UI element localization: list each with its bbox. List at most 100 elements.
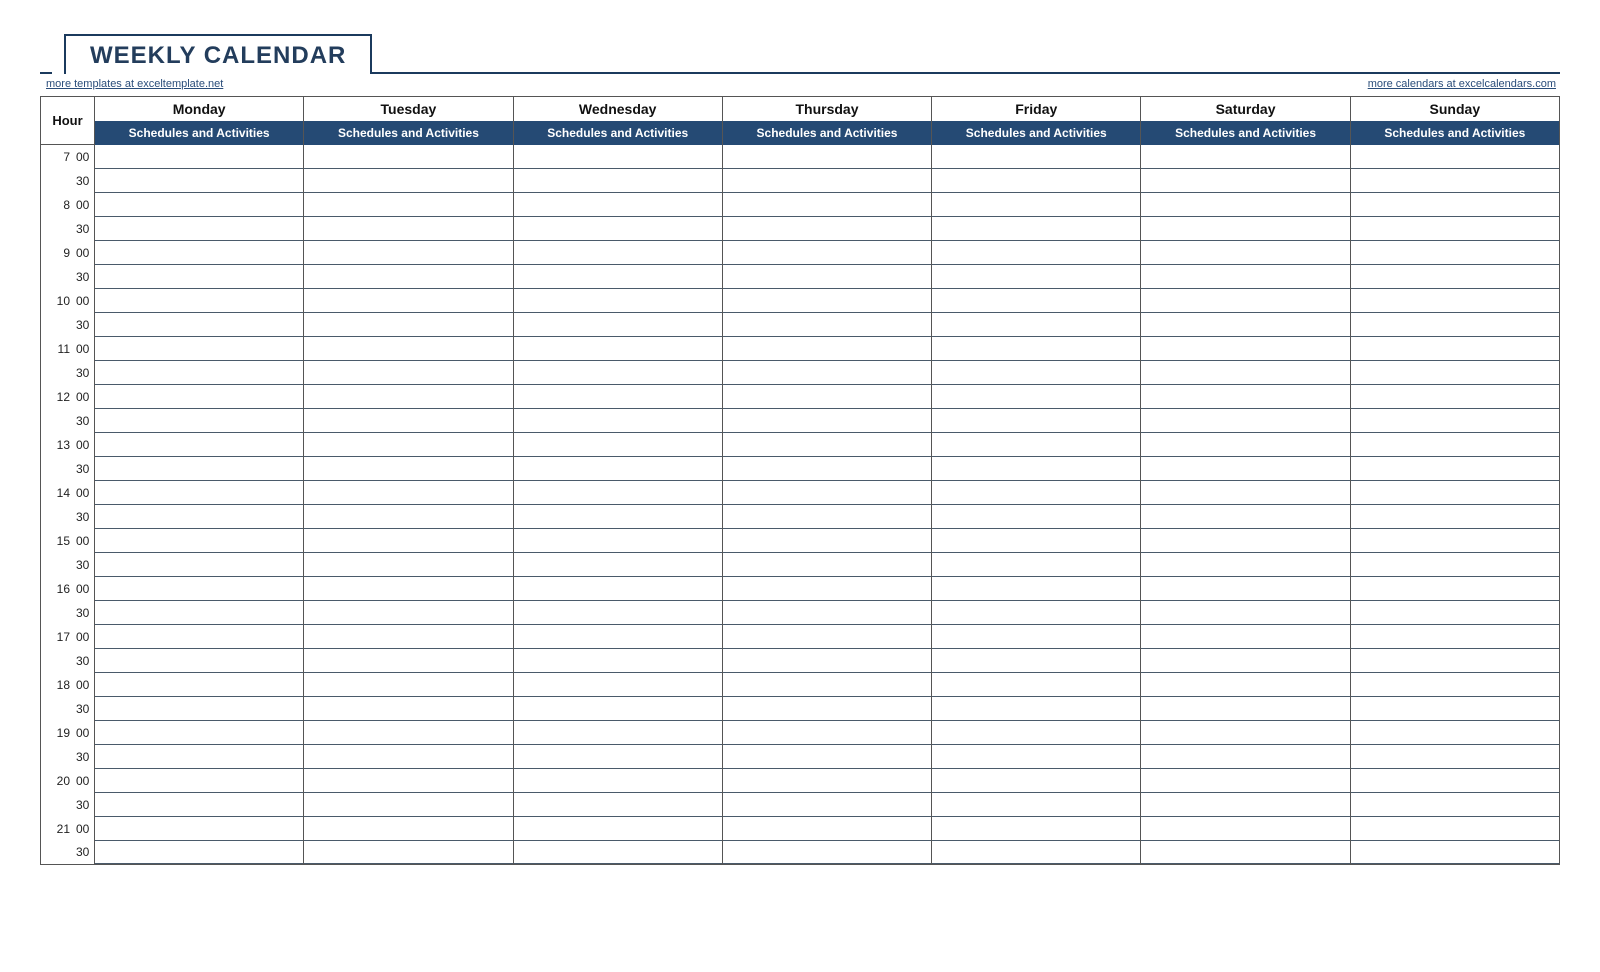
schedule-slot[interactable] xyxy=(304,361,513,385)
schedule-slot[interactable] xyxy=(95,817,304,841)
schedule-slot[interactable] xyxy=(304,337,513,361)
schedule-slot[interactable] xyxy=(304,145,513,169)
schedule-slot[interactable] xyxy=(1141,193,1350,217)
schedule-slot[interactable] xyxy=(304,193,513,217)
schedule-slot[interactable] xyxy=(513,577,722,601)
schedule-slot[interactable] xyxy=(1350,265,1559,289)
schedule-slot[interactable] xyxy=(932,745,1141,769)
schedule-slot[interactable] xyxy=(95,745,304,769)
schedule-slot[interactable] xyxy=(95,217,304,241)
schedule-slot[interactable] xyxy=(1350,529,1559,553)
schedule-slot[interactable] xyxy=(304,385,513,409)
schedule-slot[interactable] xyxy=(513,409,722,433)
schedule-slot[interactable] xyxy=(932,145,1141,169)
schedule-slot[interactable] xyxy=(95,385,304,409)
schedule-slot[interactable] xyxy=(722,769,931,793)
schedule-slot[interactable] xyxy=(932,529,1141,553)
schedule-slot[interactable] xyxy=(513,265,722,289)
schedule-slot[interactable] xyxy=(722,577,931,601)
schedule-slot[interactable] xyxy=(932,553,1141,577)
schedule-slot[interactable] xyxy=(304,433,513,457)
schedule-slot[interactable] xyxy=(722,601,931,625)
schedule-slot[interactable] xyxy=(722,841,931,865)
schedule-slot[interactable] xyxy=(513,505,722,529)
schedule-slot[interactable] xyxy=(304,409,513,433)
schedule-slot[interactable] xyxy=(95,457,304,481)
schedule-slot[interactable] xyxy=(304,529,513,553)
schedule-slot[interactable] xyxy=(1141,625,1350,649)
schedule-slot[interactable] xyxy=(513,841,722,865)
schedule-slot[interactable] xyxy=(1350,697,1559,721)
schedule-slot[interactable] xyxy=(304,169,513,193)
link-more-calendars[interactable]: more calendars at excelcalendars.com xyxy=(1368,78,1556,90)
schedule-slot[interactable] xyxy=(932,337,1141,361)
schedule-slot[interactable] xyxy=(932,769,1141,793)
schedule-slot[interactable] xyxy=(95,337,304,361)
schedule-slot[interactable] xyxy=(1350,505,1559,529)
schedule-slot[interactable] xyxy=(95,529,304,553)
schedule-slot[interactable] xyxy=(304,601,513,625)
schedule-slot[interactable] xyxy=(932,409,1141,433)
schedule-slot[interactable] xyxy=(304,673,513,697)
schedule-slot[interactable] xyxy=(304,241,513,265)
schedule-slot[interactable] xyxy=(513,433,722,457)
schedule-slot[interactable] xyxy=(932,289,1141,313)
schedule-slot[interactable] xyxy=(722,409,931,433)
schedule-slot[interactable] xyxy=(932,649,1141,673)
schedule-slot[interactable] xyxy=(513,721,722,745)
schedule-slot[interactable] xyxy=(1350,673,1559,697)
schedule-slot[interactable] xyxy=(513,313,722,337)
schedule-slot[interactable] xyxy=(722,697,931,721)
schedule-slot[interactable] xyxy=(513,745,722,769)
schedule-slot[interactable] xyxy=(304,625,513,649)
schedule-slot[interactable] xyxy=(722,745,931,769)
schedule-slot[interactable] xyxy=(1350,649,1559,673)
schedule-slot[interactable] xyxy=(513,289,722,313)
schedule-slot[interactable] xyxy=(1141,553,1350,577)
schedule-slot[interactable] xyxy=(95,193,304,217)
schedule-slot[interactable] xyxy=(304,793,513,817)
schedule-slot[interactable] xyxy=(1141,745,1350,769)
schedule-slot[interactable] xyxy=(1141,289,1350,313)
schedule-slot[interactable] xyxy=(932,793,1141,817)
schedule-slot[interactable] xyxy=(1350,145,1559,169)
schedule-slot[interactable] xyxy=(95,265,304,289)
schedule-slot[interactable] xyxy=(1350,361,1559,385)
schedule-slot[interactable] xyxy=(932,601,1141,625)
schedule-slot[interactable] xyxy=(95,649,304,673)
schedule-slot[interactable] xyxy=(95,553,304,577)
schedule-slot[interactable] xyxy=(95,577,304,601)
schedule-slot[interactable] xyxy=(932,577,1141,601)
schedule-slot[interactable] xyxy=(1141,601,1350,625)
schedule-slot[interactable] xyxy=(304,769,513,793)
schedule-slot[interactable] xyxy=(304,745,513,769)
schedule-slot[interactable] xyxy=(1350,289,1559,313)
schedule-slot[interactable] xyxy=(513,529,722,553)
schedule-slot[interactable] xyxy=(1350,577,1559,601)
schedule-slot[interactable] xyxy=(95,289,304,313)
schedule-slot[interactable] xyxy=(1141,385,1350,409)
schedule-slot[interactable] xyxy=(722,505,931,529)
schedule-slot[interactable] xyxy=(513,169,722,193)
schedule-slot[interactable] xyxy=(1350,193,1559,217)
schedule-slot[interactable] xyxy=(932,817,1141,841)
schedule-slot[interactable] xyxy=(722,361,931,385)
schedule-slot[interactable] xyxy=(304,553,513,577)
schedule-slot[interactable] xyxy=(932,241,1141,265)
schedule-slot[interactable] xyxy=(513,217,722,241)
schedule-slot[interactable] xyxy=(1350,721,1559,745)
schedule-slot[interactable] xyxy=(932,385,1141,409)
schedule-slot[interactable] xyxy=(513,769,722,793)
schedule-slot[interactable] xyxy=(95,169,304,193)
schedule-slot[interactable] xyxy=(722,433,931,457)
schedule-slot[interactable] xyxy=(95,313,304,337)
schedule-slot[interactable] xyxy=(95,361,304,385)
schedule-slot[interactable] xyxy=(1141,841,1350,865)
schedule-slot[interactable] xyxy=(95,793,304,817)
schedule-slot[interactable] xyxy=(513,673,722,697)
schedule-slot[interactable] xyxy=(1141,169,1350,193)
schedule-slot[interactable] xyxy=(722,553,931,577)
schedule-slot[interactable] xyxy=(932,169,1141,193)
schedule-slot[interactable] xyxy=(722,649,931,673)
schedule-slot[interactable] xyxy=(722,169,931,193)
